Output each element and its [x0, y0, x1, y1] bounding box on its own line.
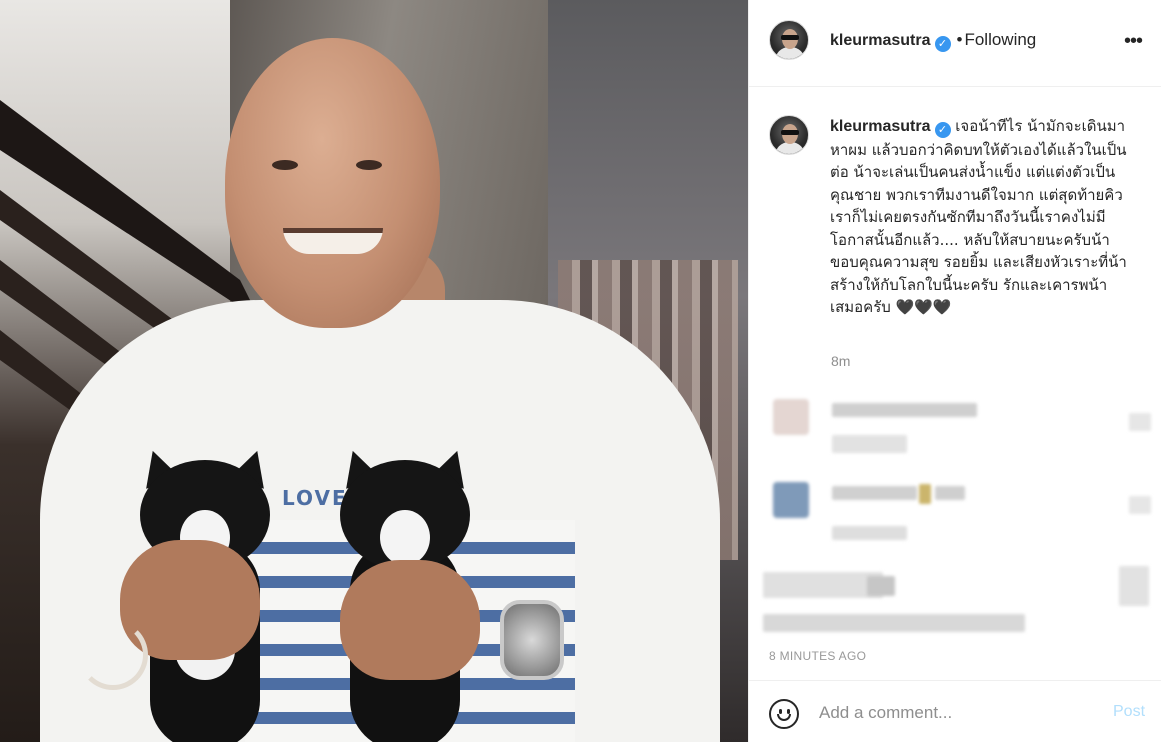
following-button[interactable]: Following [964, 30, 1036, 49]
post-comment-button[interactable]: Post [1113, 703, 1145, 721]
header-user-line: kleurmasutra ✓ • Following [830, 30, 1036, 52]
photo-head [225, 38, 440, 328]
comment-input[interactable] [819, 701, 1099, 725]
post-side-panel: kleurmasutra ✓ • Following ••• kleurmasutra… [748, 0, 1161, 742]
post-caption: kleurmasutra ✓ เจอน้าทีไร น้ามักจะเดินมาห… [830, 115, 1130, 319]
photo-hand-right [340, 560, 480, 680]
redacted-comment-1 [769, 395, 1151, 465]
verified-badge-icon: ✓ [934, 122, 951, 138]
caption-timestamp[interactable]: 8m [831, 353, 850, 369]
caption-text: เจอน้าทีไร น้ามักจะเดินมาหาผม แล้วบอกว่า… [830, 117, 1127, 316]
photo-bracelet [78, 620, 148, 690]
verified-badge-icon: ✓ [934, 36, 951, 52]
more-options-icon[interactable]: ••• [1124, 30, 1143, 53]
caption-author-avatar[interactable] [769, 115, 809, 155]
photo-eye-right [356, 160, 382, 170]
photo-wristwatch [500, 600, 564, 680]
redacted-likes-area [759, 562, 1159, 642]
author-avatar[interactable] [769, 20, 809, 60]
post-photo[interactable]: LOVE I [0, 0, 748, 742]
post-header: kleurmasutra ✓ • Following ••• [749, 0, 1161, 87]
emoji-smiley-icon[interactable] [769, 699, 799, 729]
redacted-comment-2 [769, 478, 1151, 548]
photo-smile [283, 228, 383, 254]
author-username-link[interactable]: kleurmasutra [830, 32, 931, 49]
follow-separator: • [956, 30, 963, 49]
post-timestamp[interactable]: 8 MINUTES AGO [769, 649, 866, 663]
comment-bar: Post [749, 680, 1161, 742]
photo-eye-left [272, 160, 298, 170]
caption-username-link[interactable]: kleurmasutra [830, 118, 931, 135]
